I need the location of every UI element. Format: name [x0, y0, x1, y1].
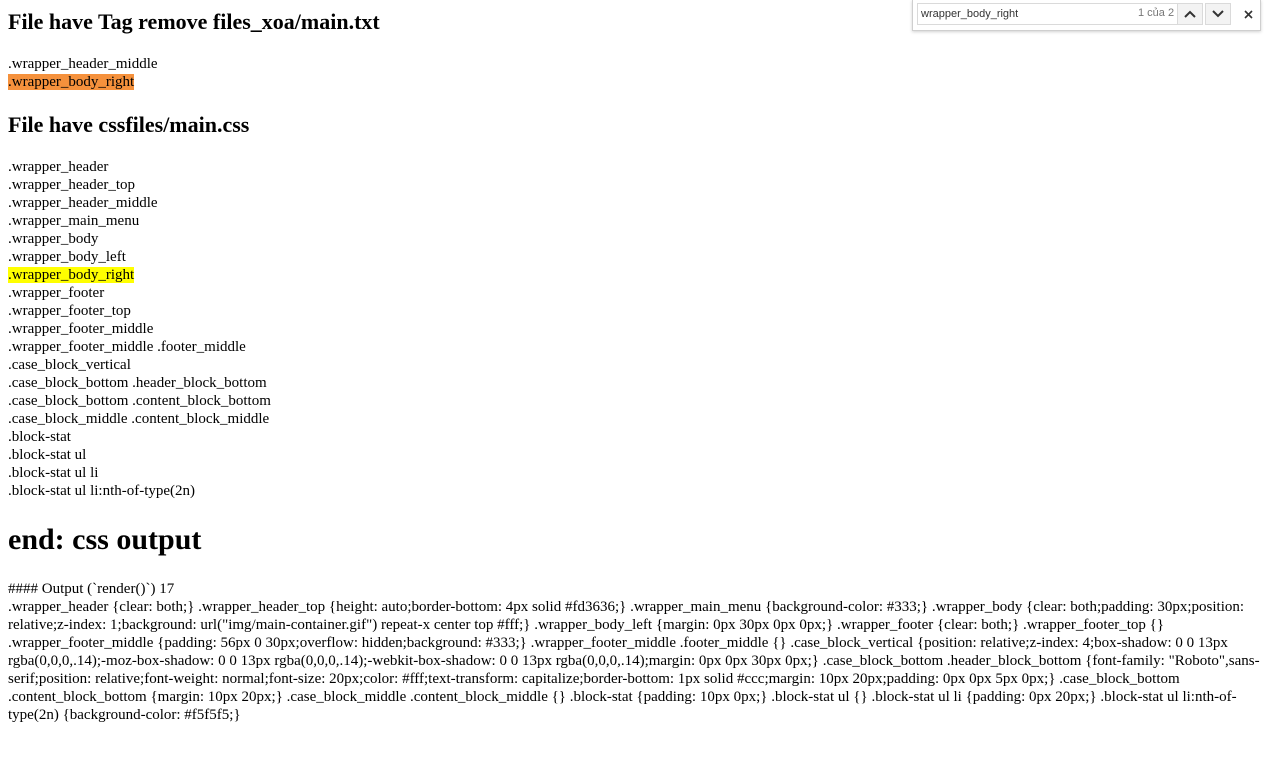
find-previous-button[interactable] — [1177, 3, 1203, 25]
list-item: .wrapper_footer_middle .footer_middle — [8, 339, 246, 355]
heading-tag-removed-files: File have Tag remove files_xoa/main.txt — [8, 9, 380, 34]
find-close-button[interactable] — [1241, 6, 1255, 22]
find-input[interactable] — [918, 5, 1121, 23]
find-match-count: 1 của 2 — [1138, 7, 1175, 19]
list-item: .wrapper_header_middle — [8, 56, 158, 72]
chevron-down-icon — [1212, 10, 1224, 18]
output-css-text: .wrapper_header {clear: both;} .wrapper_… — [8, 599, 1260, 723]
list-item: .wrapper_footer — [8, 285, 105, 301]
list-item: .wrapper_main_menu — [8, 213, 140, 229]
list-item: .case_block_bottom .content_block_bottom — [8, 393, 271, 409]
css-output-block: #### Output (`render()`) 17 .wrapper_hea… — [8, 580, 1260, 724]
output-title: #### Output (`render()`) 17 — [8, 581, 175, 597]
css-selectors-list: .wrapper_header .wrapper_header_top .wra… — [8, 158, 271, 500]
find-next-button[interactable] — [1205, 3, 1231, 25]
list-item: .block-stat ul — [8, 447, 87, 463]
list-item: .wrapper_header_top — [8, 177, 136, 193]
find-bar: 1 của 2 — [912, 0, 1261, 31]
chevron-up-icon — [1184, 10, 1196, 18]
list-item: .case_block_bottom .header_block_bottom — [8, 375, 267, 391]
find-match-current: .wrapper_body_right — [8, 74, 135, 90]
list-item: .case_block_vertical — [8, 357, 131, 373]
list-item: .wrapper_body_left — [8, 249, 126, 265]
list-item: .wrapper_header — [8, 159, 109, 175]
list-item: .wrapper_body_right — [8, 73, 158, 91]
list-item: .block-stat ul li — [8, 465, 99, 481]
heading-css-files: File have cssfiles/main.css — [8, 112, 250, 137]
list-item: .wrapper_footer_top — [8, 303, 131, 319]
list-item: .wrapper_footer_middle — [8, 321, 154, 337]
list-item: .wrapper_body_right — [8, 266, 271, 284]
removed-selectors-list: .wrapper_header_middle .wrapper_body_rig… — [8, 55, 158, 91]
list-item: .case_block_middle .content_block_middle — [8, 411, 270, 427]
list-item: .wrapper_header_middle — [8, 195, 158, 211]
close-icon — [1243, 9, 1253, 19]
list-item: .block-stat ul li:nth-of-type(2n) — [8, 483, 196, 499]
list-item: .wrapper_body — [8, 231, 99, 247]
list-item: .block-stat — [8, 429, 71, 445]
heading-css-output: end: css output — [8, 523, 202, 556]
find-match: .wrapper_body_right — [8, 267, 135, 283]
